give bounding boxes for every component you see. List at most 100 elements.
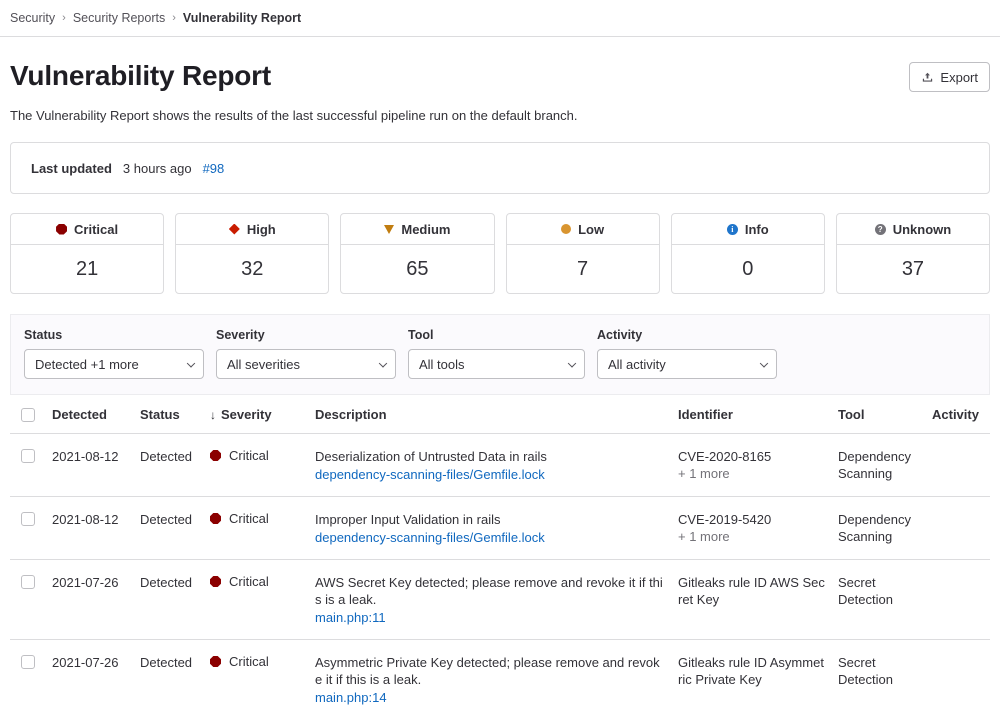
severity-card-high[interactable]: High 32 [175,213,329,294]
description-file-link[interactable]: dependency-scanning-files/Gemfile.lock [315,529,664,546]
row-checkbox[interactable] [21,575,35,589]
severity-medium-icon [384,225,394,234]
breadcrumb-item-security-reports[interactable]: Security Reports [73,11,165,25]
breadcrumb-item-vulnerability-report[interactable]: Vulnerability Report [183,11,301,25]
cell-identifier: Gitleaks rule ID Asymmetric Private Key [678,654,838,688]
severity-card-low[interactable]: Low 7 [506,213,660,294]
identifier-text: Gitleaks rule ID Asymmetric Private Key [678,654,838,688]
row-checkbox[interactable] [21,512,35,526]
severity-card-low-header: Low [507,214,659,245]
column-header-identifier[interactable]: Identifier [678,407,838,422]
filter-select-status[interactable]: Detected +1 more [24,349,204,379]
column-header-detected[interactable]: Detected [52,407,140,422]
filter-value-status: Detected +1 more [35,357,139,372]
identifier-text: CVE-2020-8165 [678,448,838,465]
severity-card-info-header: i Info [672,214,824,245]
severity-card-critical[interactable]: Critical 21 [10,213,164,294]
cell-description: Asymmetric Private Key detected; please … [315,654,678,706]
severity-card-medium-label: Medium [401,222,450,237]
severity-card-low-label: Low [578,222,604,237]
vulnerability-report-page: Security › Security Reports › Vulnerabil… [0,0,1000,719]
sort-descending-icon: ↓ [210,408,216,422]
description-text: Improper Input Validation in rails [315,511,664,528]
breadcrumb-item-security[interactable]: Security [10,11,55,25]
identifier-text: Gitleaks rule ID AWS Secret Key [678,574,838,608]
severity-card-unknown-count: 37 [837,245,989,293]
row-select-cell [10,654,52,669]
upload-icon [921,71,934,84]
description-file-link[interactable]: dependency-scanning-files/Gemfile.lock [315,466,664,483]
identifier-text: CVE-2019-5420 [678,511,838,528]
column-header-tool[interactable]: Tool [838,407,932,422]
severity-critical-icon [210,656,221,667]
last-updated-label: Last updated [31,161,112,176]
filter-group-activity: Activity All activity [597,328,777,379]
select-all-cell [10,408,52,422]
pipeline-link[interactable]: #98 [203,161,225,176]
column-header-severity[interactable]: ↓ Severity [210,407,315,422]
severity-card-info-label: Info [745,222,769,237]
column-header-activity[interactable]: Activity [932,407,990,422]
filter-select-severity[interactable]: All severities [216,349,396,379]
row-select-cell [10,574,52,589]
filter-label-tool: Tool [408,328,585,342]
cell-severity: Critical [210,574,315,589]
export-button[interactable]: Export [909,62,990,92]
severity-card-unknown-label: Unknown [893,222,952,237]
filter-label-severity: Severity [216,328,396,342]
cell-detected: 2021-08-12 [52,448,140,465]
row-checkbox[interactable] [21,655,35,669]
filter-label-activity: Activity [597,328,777,342]
description-text: Asymmetric Private Key detected; please … [315,654,664,688]
cell-status: Detected [140,448,210,465]
severity-critical-icon [210,513,221,524]
table-row[interactable]: 2021-08-12 Detected Critical Deserializa… [10,434,990,497]
severity-info-icon: i [727,224,738,235]
table-row[interactable]: 2021-07-26 Detected Critical Asymmetric … [10,640,990,719]
severity-card-medium-header: Medium [341,214,493,245]
cell-tool: Secret Detection [838,654,932,688]
identifier-more-count: + 1 more [678,465,838,482]
row-checkbox[interactable] [21,449,35,463]
table-row[interactable]: 2021-08-12 Detected Critical Improper In… [10,497,990,560]
filter-group-severity: Severity All severities [216,328,396,379]
column-header-severity-label: Severity [221,407,272,422]
row-select-cell [10,448,52,463]
filter-group-tool: Tool All tools [408,328,585,379]
select-all-checkbox[interactable] [21,408,35,422]
table-row[interactable]: 2021-07-26 Detected Critical AWS Secret … [10,560,990,640]
chevron-down-icon [379,359,387,367]
cell-severity-label: Critical [229,511,269,526]
chevron-down-icon [187,359,195,367]
severity-card-info-count: 0 [672,245,824,293]
vulnerability-table: Detected Status ↓ Severity Description Id… [10,395,990,719]
column-header-description[interactable]: Description [315,407,678,422]
severity-card-high-label: High [247,222,276,237]
page-header: Vulnerability Report Export [0,37,1000,93]
description-text: Deserialization of Untrusted Data in rai… [315,448,664,465]
filter-value-severity: All severities [227,357,300,372]
filter-select-activity[interactable]: All activity [597,349,777,379]
identifier-more-count: + 1 more [678,528,838,545]
description-file-link[interactable]: main.php:14 [315,689,664,706]
cell-severity: Critical [210,448,315,463]
column-header-status[interactable]: Status [140,407,210,422]
cell-severity-label: Critical [229,574,269,589]
severity-critical-icon [210,450,221,461]
export-button-label: Export [940,70,978,85]
severity-card-high-count: 32 [176,245,328,293]
severity-unknown-icon: ? [875,224,886,235]
severity-card-info[interactable]: i Info 0 [671,213,825,294]
cell-identifier: Gitleaks rule ID AWS Secret Key [678,574,838,608]
description-file-link[interactable]: main.php:11 [315,609,664,626]
chevron-down-icon [760,359,768,367]
filter-value-activity: All activity [608,357,666,372]
cell-status: Detected [140,511,210,528]
filter-select-tool[interactable]: All tools [408,349,585,379]
breadcrumb-separator-icon: › [172,13,176,24]
severity-critical-icon [56,224,67,235]
description-text: AWS Secret Key detected; please remove a… [315,574,664,608]
severity-card-unknown[interactable]: ? Unknown 37 [836,213,990,294]
severity-card-medium[interactable]: Medium 65 [340,213,494,294]
cell-tool: Dependency Scanning [838,511,932,545]
